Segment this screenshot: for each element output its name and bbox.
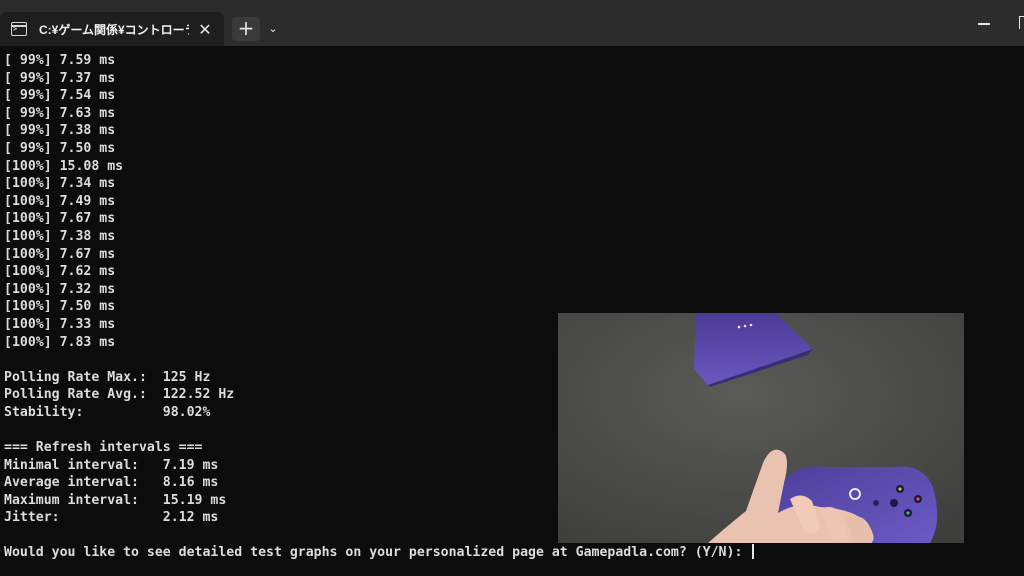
output-lines: [ 99%] 7.59 ms [ 99%] 7.37 ms [ 99%] 7.54 … <box>4 52 234 527</box>
terminal-line: [100%] 7.67 ms <box>4 246 116 262</box>
terminal-icon <box>11 22 27 36</box>
terminal-line: [100%] 7.38 ms <box>4 228 116 244</box>
terminal-line: === Refresh intervals === <box>4 440 203 456</box>
terminal-line: [ 99%] 7.50 ms <box>4 140 116 156</box>
terminal-line: [ 99%] 7.38 ms <box>4 123 116 139</box>
terminal-line: [100%] 7.50 ms <box>4 299 116 315</box>
maximize-icon[interactable] <box>1019 16 1024 29</box>
new-tab-button[interactable]: + <box>232 17 260 41</box>
input-prompt[interactable]: Would you like to see detailed test grap… <box>4 544 754 562</box>
terminal-line: Maximum interval: 15.19 ms <box>4 492 227 508</box>
terminal-tab[interactable]: C:¥ゲーム関係¥コントローラー関係¥ ✕ <box>0 12 224 46</box>
chevron-down-icon[interactable]: ⌄ <box>265 17 281 41</box>
close-tab-icon[interactable]: ✕ <box>195 20 215 39</box>
terminal-line: [100%] 7.34 ms <box>4 176 116 192</box>
text-cursor <box>752 544 754 559</box>
terminal-line: [100%] 7.67 ms <box>4 211 116 227</box>
terminal-line: [ 99%] 7.54 ms <box>4 88 116 104</box>
terminal-line: [ 99%] 7.59 ms <box>4 53 116 68</box>
terminal-line: [100%] 7.62 ms <box>4 264 116 280</box>
terminal-line: [100%] 7.33 ms <box>4 316 116 332</box>
tab-title: C:¥ゲーム関係¥コントローラー関係¥ <box>39 22 189 37</box>
title-bar: C:¥ゲーム関係¥コントローラー関係¥ ✕ + ⌄ <box>0 0 1024 46</box>
terminal-line: Polling Rate Max.: 125 Hz <box>4 369 211 385</box>
terminal-line: [100%] 7.49 ms <box>4 193 116 209</box>
terminal-line: [ 99%] 7.63 ms <box>4 105 116 121</box>
prompt-text: Would you like to see detailed test grap… <box>4 545 751 560</box>
terminal-line: [100%] 15.08 ms <box>4 158 124 174</box>
terminal-line: Minimal interval: 7.19 ms <box>4 457 219 473</box>
terminal-line: [100%] 7.32 ms <box>4 281 116 297</box>
terminal-line: [ 99%] 7.37 ms <box>4 70 116 86</box>
terminal-line: [100%] 7.83 ms <box>4 334 116 350</box>
terminal-line: Stability: 98.02% <box>4 404 211 420</box>
terminal-line: Jitter: 2.12 ms <box>4 510 219 526</box>
terminal-line: Average interval: 8.16 ms <box>4 475 219 491</box>
terminal-line: Polling Rate Avg.: 122.52 Hz <box>4 387 235 403</box>
webcam-image <box>558 313 964 543</box>
webcam-overlay <box>558 313 964 543</box>
minimize-icon <box>978 23 990 25</box>
